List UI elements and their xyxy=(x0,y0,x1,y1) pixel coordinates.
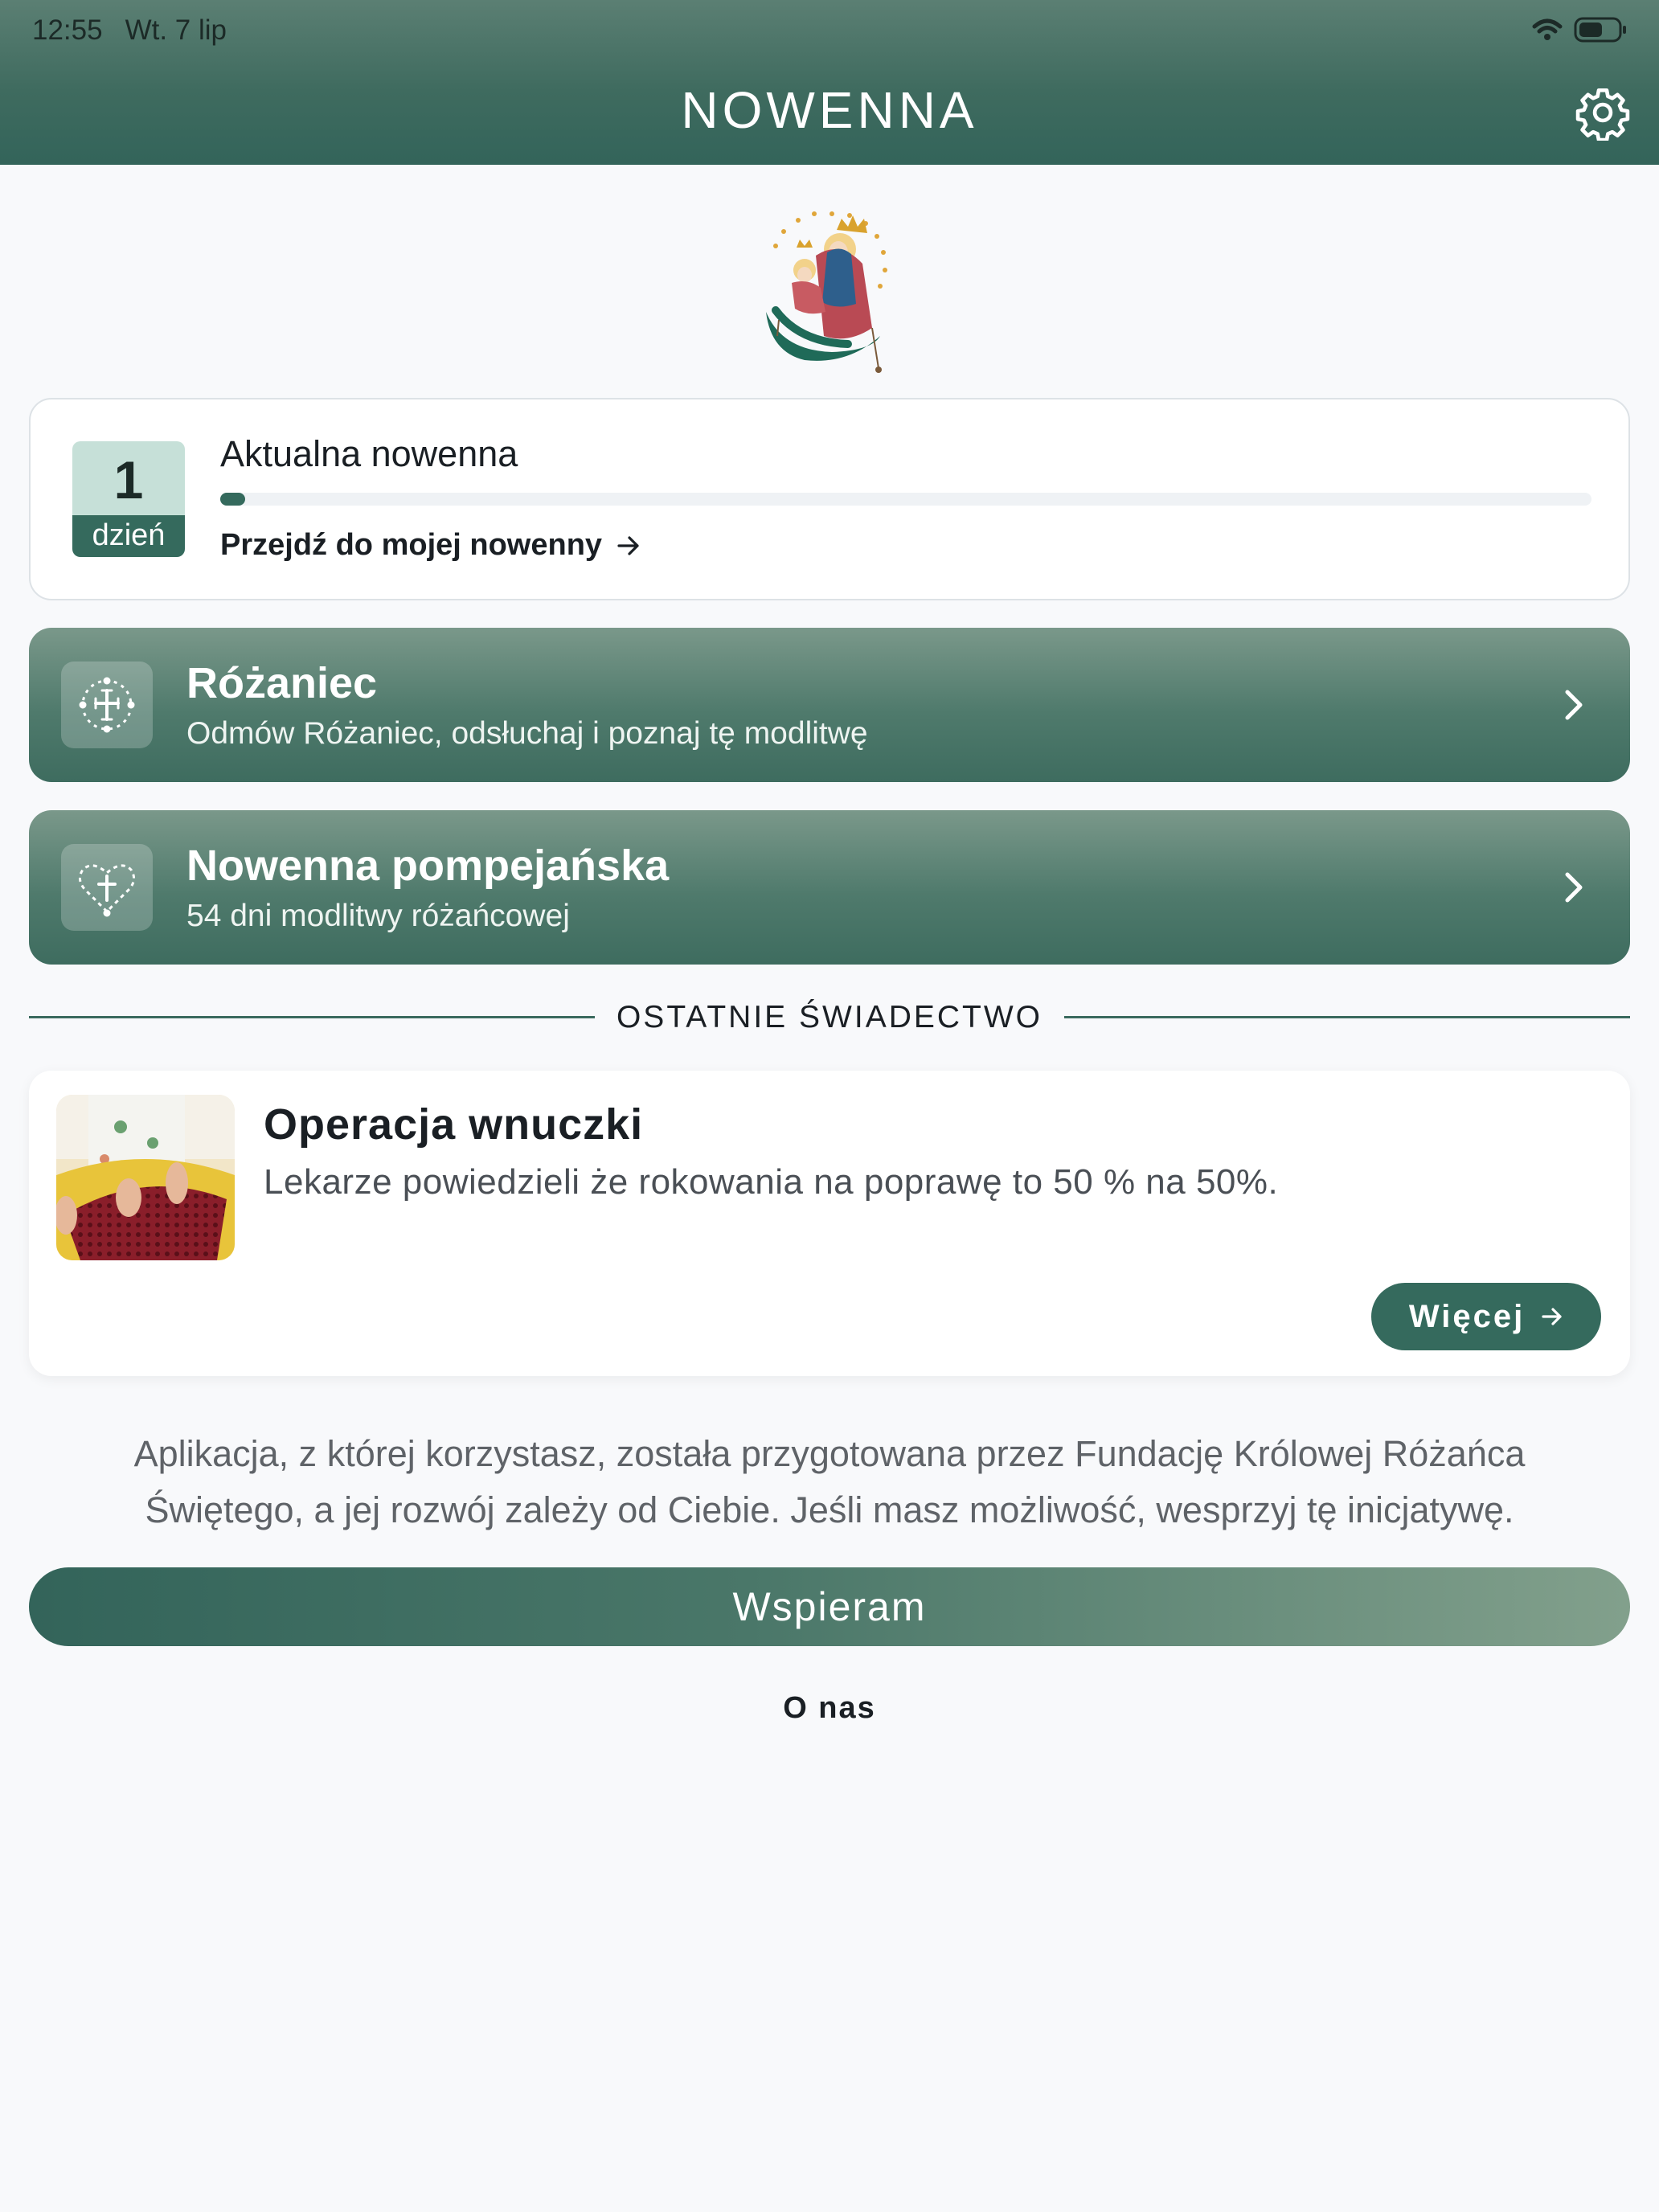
status-date: Wt. 7 lip xyxy=(125,14,227,46)
pompeian-novena-subtitle: 54 dni modlitwy różańcowej xyxy=(186,899,570,933)
rosary-card[interactable]: Różaniec Odmów Różaniec, odsłuchaj i poz… xyxy=(29,628,1630,782)
chevron-right-icon xyxy=(1565,872,1583,903)
current-novena-title: Aktualna nowenna xyxy=(220,433,518,474)
pompeian-novena-icon-box xyxy=(61,844,153,931)
rosary-cross-icon xyxy=(79,677,135,733)
rosary-heart-icon xyxy=(79,864,135,917)
testimony-card[interactable]: Operacja wnuczki Lekarze powiedzieli że … xyxy=(29,1071,1630,1376)
day-label: dzień xyxy=(72,515,185,557)
status-bar-time: 12:55 Wt. 7 lip xyxy=(32,14,227,47)
arrow-right-icon xyxy=(1542,1308,1562,1325)
rosary-title: Różaniec xyxy=(186,659,378,707)
current-novena-card[interactable]: 1 dzień Aktualna nowenna Przejdź do moje… xyxy=(29,398,1630,600)
top-header: 12:55 Wt. 7 lip NOWENNA xyxy=(0,0,1659,165)
testimony-photo xyxy=(56,1095,235,1260)
novena-progress-fill xyxy=(220,493,245,506)
wifi-icon xyxy=(1532,18,1563,40)
testimony-title: Operacja wnuczki xyxy=(264,1100,644,1149)
about-us-link[interactable]: O nas xyxy=(0,1691,1659,1726)
novena-progress-bar xyxy=(220,493,1591,506)
pompeian-novena-title: Nowenna pompejańska xyxy=(186,842,670,890)
section-divider-right xyxy=(1064,1016,1630,1018)
support-button[interactable]: Wspieram xyxy=(29,1567,1630,1646)
go-to-my-novena-link[interactable]: Przejdź do mojej nowenny xyxy=(220,528,641,563)
rosary-subtitle: Odmów Różaniec, odsłuchaj i poznaj tę mo… xyxy=(186,716,868,751)
page-title: NOWENNA xyxy=(681,81,978,139)
support-description: Aplikacja, z której korzystasz, została … xyxy=(133,1433,1526,1530)
status-icons xyxy=(1532,16,1627,43)
rosary-icon-box xyxy=(61,662,153,748)
day-counter-badge: 1 dzień xyxy=(72,441,185,557)
day-number: 1 xyxy=(72,441,185,515)
more-button-label: Więcej xyxy=(1408,1298,1526,1334)
testimony-excerpt: Lekarze powiedzieli że rokowania na popr… xyxy=(264,1162,1279,1202)
chevron-right-icon xyxy=(1565,690,1583,720)
more-button[interactable]: Więcej xyxy=(1371,1283,1601,1350)
settings-button[interactable] xyxy=(1574,84,1632,141)
madonna-logo xyxy=(766,211,887,373)
go-to-my-novena-label: Przejdź do mojej nowenny xyxy=(220,528,603,562)
pompeian-novena-card[interactable]: Nowenna pompejańska 54 dni modlitwy róża… xyxy=(29,810,1630,965)
status-time: 12:55 xyxy=(32,14,103,46)
battery-icon xyxy=(1574,17,1626,43)
gear-icon xyxy=(1575,88,1630,141)
arrow-right-icon xyxy=(617,535,639,555)
